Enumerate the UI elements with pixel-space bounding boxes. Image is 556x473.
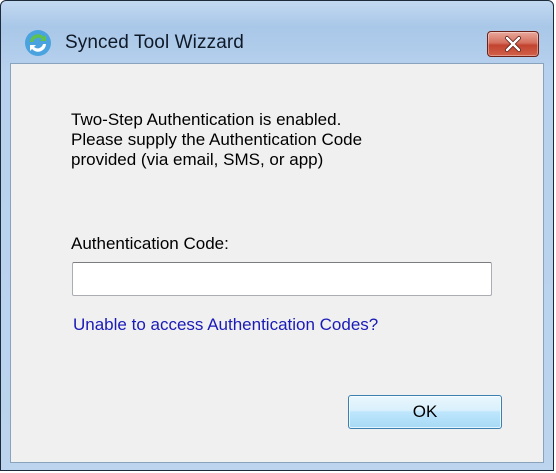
auth-code-label: Authentication Code:	[71, 234, 229, 253]
dialog-body: Two-Step Authentication is enabled. Plea…	[10, 63, 544, 463]
window-title: Synced Tool Wizzard	[65, 32, 244, 53]
close-button[interactable]	[487, 31, 539, 57]
sync-arrows-icon	[23, 28, 53, 58]
auth-code-input[interactable]	[72, 262, 492, 296]
message-line-1: Two-Step Authentication is enabled.	[71, 110, 342, 129]
auth-message: Two-Step Authentication is enabled. Plea…	[71, 110, 511, 170]
message-line-2: Please supply the Authentication Code	[71, 130, 363, 149]
dialog-window: Synced Tool Wizzard Two-Step Authenticat…	[0, 0, 554, 471]
close-x-icon	[488, 32, 538, 56]
message-line-3: provided (via email, SMS, or app)	[71, 150, 324, 169]
ok-button[interactable]: OK	[348, 395, 502, 429]
unable-to-access-link[interactable]: Unable to access Authentication Codes?	[73, 315, 378, 335]
title-bar[interactable]: Synced Tool Wizzard	[1, 1, 553, 59]
